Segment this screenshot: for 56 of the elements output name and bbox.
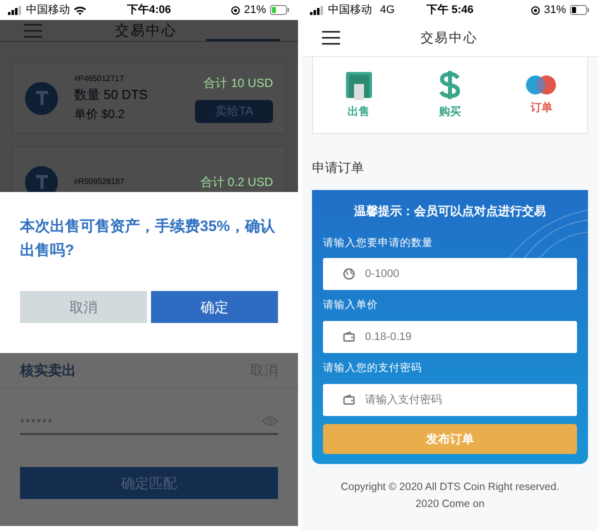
coin-logo-icon: [34, 174, 48, 190]
overlapping-circles-icon: [526, 74, 556, 96]
publish-button[interactable]: 发布订单: [323, 424, 577, 454]
confirm-match-button[interactable]: 确定匹配: [20, 467, 278, 499]
signal-icon: [310, 6, 324, 14]
copyright-text: Copyright © 2020 All DTS Coin Right reserved.: [340, 480, 560, 495]
action-label: 购买: [438, 104, 461, 120]
orientation-lock-icon: [530, 6, 540, 14]
action-tile[interactable]: 订单: [496, 74, 587, 116]
globe-icon: [343, 268, 355, 280]
carrier-name: 中国移动: [328, 2, 372, 18]
confirm-button[interactable]: 确定: [151, 291, 278, 323]
field-label: 请输入您的支付密码: [323, 361, 423, 376]
eye-icon[interactable]: [262, 416, 278, 426]
action-tile[interactable]: 出售: [313, 70, 404, 120]
order-total: 合计 0.2 USD: [200, 174, 273, 191]
copyright-text: 2020 Come on: [416, 496, 484, 512]
input-field[interactable]: 0-1000: [323, 258, 577, 290]
signal-icon: [8, 6, 22, 14]
dialog-message: 本次出售可售资产，手续费35%，确认出售吗?: [20, 217, 276, 261]
network-type: 4G: [380, 2, 395, 18]
menu-icon[interactable]: [322, 31, 340, 45]
sell-button[interactable]: 卖给TA: [195, 100, 273, 122]
status-time: 下午 5:46: [426, 2, 474, 18]
battery-icon: [570, 5, 590, 15]
wallet-icon: [343, 331, 355, 342]
input-field[interactable]: 请输入支付密码: [323, 384, 577, 416]
sheet-title: 核实卖出: [20, 361, 76, 380]
order-price: 单价 $0.2: [74, 106, 126, 123]
wifi-icon: [74, 6, 86, 14]
order-quantity: 数量 50 DTS: [74, 86, 149, 104]
order-id: #R509528187: [74, 176, 126, 188]
page-title: 交易中心: [115, 21, 177, 40]
coin-logo-icon: [34, 90, 48, 106]
store-icon: [344, 70, 374, 100]
password-field[interactable]: ••••••: [20, 409, 278, 435]
orientation-lock-icon: [230, 6, 240, 14]
field-label: 请输入您要申请的数量: [323, 236, 434, 250]
action-label: 出售: [348, 104, 370, 120]
input-field[interactable]: 0.18-0.19: [323, 321, 577, 353]
order-total: 合计 10 USD: [204, 74, 273, 92]
carrier-name: 中国移动: [26, 2, 70, 18]
notice-text: 温馨提示：会员可以点对点进行交易: [353, 202, 547, 220]
action-label: 订单: [530, 100, 552, 116]
order-id: #P465012717: [74, 73, 125, 86]
battery-icon: [270, 5, 290, 15]
cancel-button[interactable]: 取消: [20, 291, 147, 323]
status-time: 下午4:06: [126, 2, 172, 18]
field-label: 请输入单价: [323, 298, 379, 314]
battery-percent: 31%: [544, 2, 566, 18]
battery-percent: 21%: [244, 2, 266, 18]
section-title: 申请订单: [312, 159, 365, 177]
wallet-icon: [343, 394, 355, 405]
page-title: 交易中心: [419, 29, 479, 48]
action-tile[interactable]: 购买: [404, 70, 496, 120]
dollar-icon: [438, 70, 461, 100]
